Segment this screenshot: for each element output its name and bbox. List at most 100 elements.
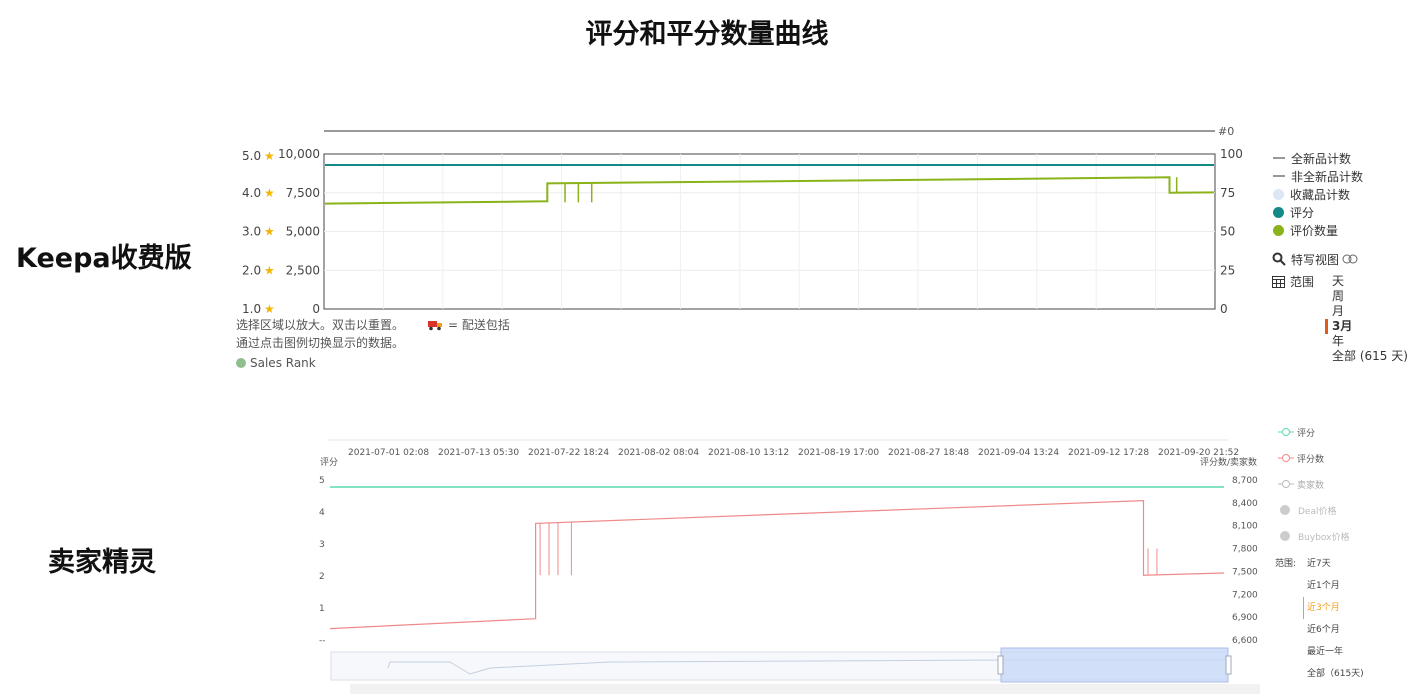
seller-legend-rating[interactable]: 评分 (1278, 419, 1349, 445)
legend-item-used-count[interactable]: 非全新品计数 (1273, 167, 1363, 185)
keepa-left-axis: 5.0 ★ 10,0004.0 ★ 7,5003.0 ★ 5,0002.0 ★ 2,5001.0… (242, 147, 320, 316)
legend-item-new-count[interactable]: 全新品计数 (1273, 149, 1363, 167)
keepa-count-tick-label: 0 (312, 302, 320, 316)
navigator-right-handle[interactable] (1225, 655, 1232, 675)
seller-right-tick-label: 8,700 (1232, 476, 1258, 486)
seller-right-axis: 8,700 8,400 8,100 7,800 7,500 7,200 6,900 6,600 (1232, 476, 1258, 646)
keepa-range-option[interactable]: 年 (1332, 334, 1408, 349)
legend-line-marker-icon (1278, 454, 1294, 462)
keepa-right-axis: 100 75 50 25 0 (1220, 147, 1243, 316)
seller-x-tick-label: 2021-09-20 21:52 (1158, 448, 1239, 458)
seller-x-tick-label: 2021-09-04 13:24 (978, 448, 1059, 458)
legend-label: 评分 (1297, 428, 1316, 439)
seller-legend: 评分 评分数 卖家数 Deal价格 Buybox价格 (1278, 419, 1349, 549)
legend-dot-icon (1273, 188, 1284, 200)
legend-label: 收藏品计数 (1290, 187, 1351, 202)
legend-label: 评分 (1290, 205, 1315, 220)
seller-legend-deal-price[interactable]: Deal价格 (1278, 497, 1349, 523)
keepa-count-tick-label: 7,500 (286, 186, 320, 200)
star-icon: ★ (264, 186, 275, 200)
legend-item-rating[interactable]: 评分 (1273, 203, 1363, 221)
seller-left-tick-label: 5 (319, 476, 325, 486)
keepa-note-zoom: 选择区域以放大。双击以重置。 (236, 318, 405, 332)
keepa-rating-tick-label: 3.0 (242, 225, 261, 239)
seller-navigator-selection[interactable] (1000, 647, 1229, 683)
legend-dot-icon (1280, 531, 1290, 541)
magnifier-icon (1272, 252, 1286, 266)
keepa-right-tick-label: 100 (1220, 147, 1243, 161)
seller-range-option[interactable]: 近7天 (1307, 553, 1364, 575)
seller-right-axis-title: 评分数/卖家数 (1200, 456, 1257, 468)
seller-left-axis: 5 4 3 2 1 -- (319, 476, 326, 646)
keepa-section-label: Keepa收费版 (16, 243, 192, 274)
legend-label: 全新品计数 (1291, 151, 1352, 166)
toggle-icon (1342, 254, 1358, 264)
keepa-note-toggle: 通过点击图例切换显示的数据。 (236, 336, 405, 350)
seller-legend-review-count[interactable]: 评分数 (1278, 445, 1349, 471)
keepa-legend: 全新品计数 非全新品计数 收藏品计数 评分 评价数量 (1273, 149, 1363, 239)
keepa-chart[interactable]: #0 5.0 ★ 10,0004.0 ★ 7,5003.0 ★ 5,0002.0 ★ 2,500… (230, 118, 1250, 318)
keepa-zoom-toggle[interactable]: 特写视图 (1272, 250, 1358, 268)
legend-line-marker-icon (1278, 480, 1294, 488)
seller-range-label: 范围: (1275, 559, 1297, 569)
legend-item-review-count[interactable]: 评价数量 (1273, 221, 1363, 239)
seller-range-options: 近7天 近1个月 近3个月 近6个月 最近一年 全部（615天) (1303, 553, 1364, 685)
legend-dash-icon (1273, 157, 1285, 159)
seller-legend-seller-count[interactable]: 卖家数 (1278, 471, 1349, 497)
keepa-count-tick-label: 5,000 (286, 225, 320, 239)
keepa-range-option[interactable]: 天 (1332, 274, 1408, 289)
seller-range-option[interactable]: 近3个月 (1303, 597, 1364, 619)
seller-left-tick-label: 3 (319, 540, 325, 550)
legend-label: 卖家数 (1297, 480, 1325, 491)
keepa-range-options: 天周月 3月年全部 (615 天) (1325, 274, 1408, 364)
star-icon: ★ (264, 263, 275, 277)
keepa-sales-rank-toggle[interactable]: Sales Rank (236, 356, 316, 370)
keepa-shipping-text: = 配送包括 (448, 318, 510, 332)
seller-section-label: 卖家精灵 (48, 547, 156, 578)
legend-dot-icon (1273, 224, 1284, 236)
seller-review-spikes (539, 522, 1158, 576)
seller-range-option[interactable]: 最近一年 (1307, 641, 1364, 663)
seller-range-option[interactable]: 全部（615天) (1307, 663, 1364, 685)
seller-chart[interactable]: 2021-07-01 02:08 2021-07-13 05:30 2021-07-… (310, 436, 1260, 695)
keepa-top-axis-label: #0 (1218, 125, 1234, 138)
keepa-right-tick-label: 50 (1220, 225, 1235, 239)
star-icon: ★ (264, 302, 275, 316)
legend-line-marker-icon (1278, 428, 1294, 436)
keepa-range-option[interactable]: 周 (1332, 289, 1408, 304)
seller-right-tick-label: 8,100 (1232, 522, 1258, 532)
zoom-label: 特写视图 (1291, 252, 1340, 267)
seller-x-tick-label: 2021-08-10 13:12 (708, 448, 789, 458)
keepa-right-tick-label: 75 (1220, 186, 1235, 200)
seller-x-tick-label: 2021-09-12 17:28 (1068, 448, 1149, 458)
seller-range-option[interactable]: 近6个月 (1307, 619, 1364, 641)
star-icon: ★ (264, 149, 275, 163)
page-title: 评分和平分数量曲线 (585, 19, 829, 50)
legend-dot-icon (1280, 505, 1290, 515)
keepa-range-option[interactable]: 月 (1332, 304, 1408, 319)
calendar-icon (1272, 275, 1285, 288)
seller-right-tick-label: 6,900 (1232, 613, 1258, 623)
seller-legend-buybox-price[interactable]: Buybox价格 (1278, 523, 1349, 549)
keepa-rating-tick-label: 2.0 (242, 263, 261, 277)
keepa-right-tick-label: 25 (1220, 263, 1235, 277)
seller-right-tick-label: 7,800 (1232, 545, 1258, 555)
keepa-right-tick-label: 0 (1220, 302, 1228, 316)
seller-right-tick-label: 7,200 (1232, 590, 1258, 600)
seller-x-tick-label: 2021-08-19 17:00 (798, 448, 879, 458)
keepa-rating-tick-label: 5.0 (242, 149, 261, 163)
sales-rank-dot-icon (236, 358, 246, 368)
legend-label: 非全新品计数 (1291, 169, 1364, 184)
keepa-range-option[interactable]: 3月 (1325, 319, 1408, 334)
seller-x-axis: 2021-07-01 02:08 2021-07-13 05:30 2021-07-… (348, 448, 1239, 458)
keepa-rating-tick-label: 1.0 (242, 302, 261, 316)
legend-item-collectible-count[interactable]: 收藏品计数 (1273, 185, 1363, 203)
seller-left-tick-label: 4 (319, 508, 325, 518)
keepa-shipping-note: = 配送包括 (428, 316, 510, 333)
seller-right-tick-label: 6,600 (1232, 636, 1258, 646)
keepa-range-option[interactable]: 全部 (615 天) (1332, 349, 1408, 364)
navigator-left-handle[interactable] (997, 655, 1004, 675)
seller-range-option[interactable]: 近1个月 (1307, 575, 1364, 597)
seller-left-axis-title: 评分 (320, 457, 338, 468)
seller-x-tick-label: 2021-07-22 18:24 (528, 448, 609, 458)
